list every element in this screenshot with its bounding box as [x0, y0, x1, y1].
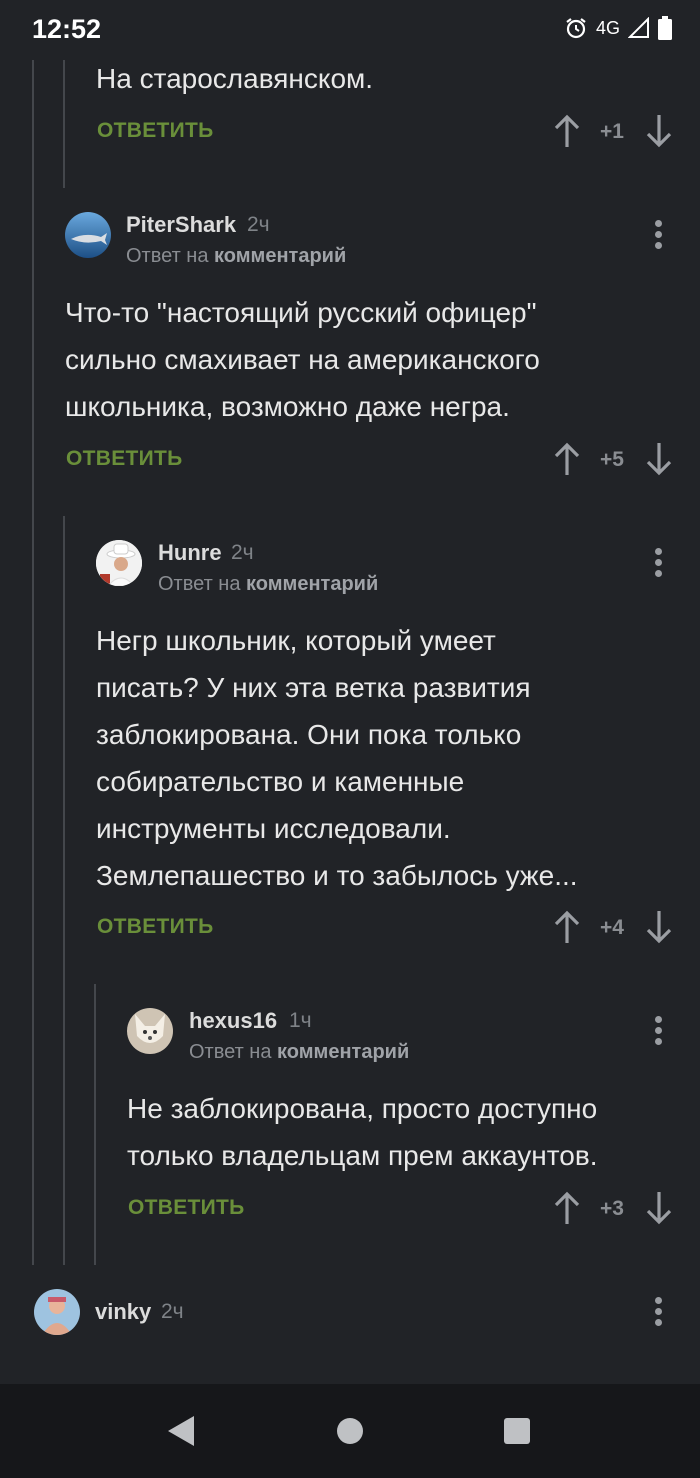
downvote-arrow-icon[interactable] — [644, 909, 674, 945]
avatar[interactable] — [34, 1289, 80, 1335]
back-icon[interactable] — [166, 1414, 196, 1448]
reply-button[interactable]: ОТВЕТИТЬ — [128, 1196, 245, 1220]
comment-time: 2ч — [161, 1300, 184, 1323]
reply-to-link[interactable]: комментарий — [277, 1041, 409, 1063]
username[interactable]: PiterShark — [126, 212, 236, 238]
comment-text: Не заблокирована, просто доступно только… — [127, 1093, 598, 1171]
person-avatar-icon — [34, 1289, 80, 1335]
signal-icon — [628, 17, 649, 38]
username[interactable]: vinky — [95, 1299, 151, 1325]
upvote-arrow-icon[interactable] — [552, 113, 582, 149]
reply-button[interactable]: ОТВЕТИТЬ — [97, 119, 214, 143]
more-options-icon[interactable] — [655, 548, 663, 581]
comment-text: Негр школьник, который умеет писать? У н… — [96, 625, 578, 891]
recents-icon[interactable] — [503, 1417, 531, 1445]
more-options-icon[interactable] — [655, 220, 663, 253]
status-bar: 12:52 4G — [0, 0, 700, 60]
more-options-icon[interactable] — [655, 1297, 663, 1330]
thread-line — [32, 60, 34, 1265]
comment-score: +4 — [600, 916, 624, 939]
avatar[interactable] — [65, 212, 111, 258]
shark-avatar-icon — [65, 212, 111, 258]
downvote-arrow-icon[interactable] — [644, 1190, 674, 1226]
avatar[interactable] — [96, 540, 142, 586]
comment-text: Что-то "настоящий русский офицер" сильно… — [65, 297, 540, 422]
downvote-arrow-icon[interactable] — [644, 113, 674, 149]
more-options-icon[interactable] — [655, 1016, 663, 1049]
reply-button[interactable]: ОТВЕТИТЬ — [97, 915, 214, 939]
reply-to-label: Ответ на комментарий — [158, 573, 379, 595]
comment-text: На старославянском. — [96, 63, 374, 94]
reply-to-link[interactable]: комментарий — [214, 245, 346, 267]
avatar[interactable] — [127, 1008, 173, 1054]
alarm-icon — [566, 18, 586, 39]
thread-line — [63, 516, 65, 1265]
home-icon[interactable] — [335, 1416, 365, 1446]
upvote-arrow-icon[interactable] — [552, 441, 582, 477]
comment-time: 2ч — [231, 541, 254, 564]
reply-button[interactable]: ОТВЕТИТЬ — [66, 447, 183, 471]
thread-line — [94, 984, 96, 1265]
battery-icon — [658, 16, 672, 40]
thread-line — [63, 60, 65, 188]
reply-to-label: Ответ на комментарий — [189, 1041, 410, 1063]
reply-to-label: Ответ на комментарий — [126, 245, 347, 267]
username[interactable]: hexus16 — [189, 1008, 277, 1034]
person-hat-avatar-icon — [96, 540, 142, 586]
navigation-bar — [0, 1384, 700, 1478]
username[interactable]: Hunre — [158, 540, 222, 566]
comment-score: +3 — [600, 1197, 624, 1220]
comment-time: 1ч — [289, 1009, 312, 1032]
fox-avatar-icon — [127, 1008, 173, 1054]
network-type: 4G — [595, 17, 620, 38]
upvote-arrow-icon[interactable] — [552, 909, 582, 945]
status-time: 12:52 — [32, 14, 102, 44]
downvote-arrow-icon[interactable] — [644, 441, 674, 477]
upvote-arrow-icon[interactable] — [552, 1190, 582, 1226]
reply-to-link[interactable]: комментарий — [246, 573, 378, 595]
comment-score: +1 — [600, 120, 624, 143]
comment-time: 2ч — [247, 213, 270, 236]
comment-score: +5 — [600, 448, 624, 471]
